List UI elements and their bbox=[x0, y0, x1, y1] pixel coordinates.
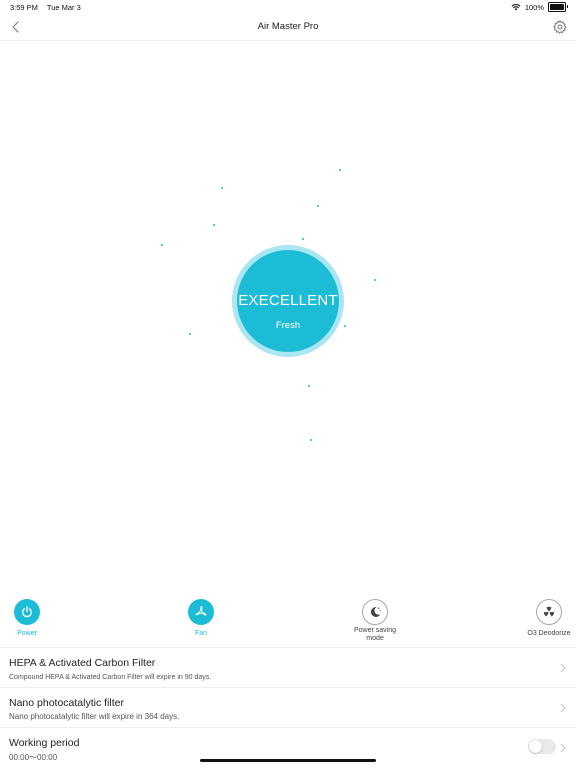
page-title: Air Master Pro bbox=[257, 21, 319, 32]
fan-button[interactable] bbox=[188, 599, 214, 625]
working-period-title: Working period bbox=[9, 737, 80, 749]
fan-label: Fan bbox=[194, 630, 208, 637]
particle-dot bbox=[213, 224, 216, 227]
gear-icon[interactable] bbox=[552, 19, 568, 35]
hepa-filter-subtitle: Compound HEPA & Activated Carbon Filter … bbox=[9, 674, 212, 681]
air-quality-indicator: EXECELLENT Fresh bbox=[237, 250, 339, 352]
particle-dot bbox=[302, 238, 305, 241]
fan-icon bbox=[195, 605, 207, 616]
power-button[interactable] bbox=[14, 599, 40, 625]
hepa-filter-title: HEPA & Activated Carbon Filter bbox=[9, 657, 156, 669]
deodorize-label: O3 Deodorize bbox=[527, 630, 571, 637]
particle-dot bbox=[344, 325, 347, 328]
power-label: Power bbox=[17, 630, 37, 637]
deodorize-control[interactable]: O3 Deodorize bbox=[509, 599, 576, 638]
power-saving-label: Power saving mode bbox=[353, 627, 397, 642]
toggle-knob bbox=[529, 740, 542, 753]
nano-filter-title: Nano photocatalytic filter bbox=[9, 697, 124, 709]
air-quality-level: EXECELLENT bbox=[238, 292, 338, 309]
particle-dot bbox=[374, 279, 377, 282]
list-item-hepa-filter[interactable]: HEPA & Activated Carbon Filter Compound … bbox=[0, 647, 576, 688]
nano-filter-subtitle: Nano photocatalytic filter will expire i… bbox=[9, 712, 180, 721]
working-period-toggle[interactable] bbox=[528, 739, 556, 754]
chevron-right-icon bbox=[560, 663, 566, 673]
power-control[interactable]: Power bbox=[0, 599, 67, 638]
chevron-right-icon bbox=[560, 743, 566, 753]
particle-dot bbox=[308, 385, 311, 388]
nav-bar: Air Master Pro bbox=[0, 14, 576, 41]
particle-dot bbox=[221, 187, 224, 190]
working-period-subtitle: 00:00～00:00 bbox=[9, 753, 58, 762]
status-left: 3:59 PM Tue Mar 3 bbox=[10, 3, 88, 12]
power-saving-control[interactable]: Power saving mode bbox=[335, 599, 415, 643]
home-indicator[interactable] bbox=[200, 759, 376, 762]
status-time: 3:59 PM bbox=[10, 3, 38, 12]
battery-fill bbox=[550, 4, 564, 10]
status-date: Tue Mar 3 bbox=[46, 3, 81, 12]
status-bar: 3:59 PM Tue Mar 3 100% bbox=[0, 0, 576, 14]
status-right: 100% bbox=[511, 2, 568, 12]
list-item-nano-filter[interactable]: Nano photocatalytic filter Nano photocat… bbox=[0, 687, 576, 728]
battery-percent: 100% bbox=[524, 2, 544, 12]
power-icon bbox=[22, 606, 32, 618]
chevron-right-icon bbox=[560, 703, 566, 713]
particle-dot bbox=[310, 439, 313, 442]
deodorize-button[interactable] bbox=[536, 599, 562, 625]
air-quality-description: Fresh bbox=[275, 320, 301, 331]
particle-dot bbox=[317, 205, 320, 208]
particle-dot bbox=[161, 244, 164, 247]
wifi-icon bbox=[511, 4, 521, 11]
power-saving-button[interactable] bbox=[362, 599, 388, 625]
battery-icon bbox=[548, 2, 568, 12]
deodorize-icon bbox=[543, 606, 555, 617]
particle-dot bbox=[189, 333, 192, 336]
particle-dot bbox=[339, 169, 342, 172]
moon-icon bbox=[370, 606, 381, 617]
fan-control[interactable]: Fan bbox=[161, 599, 241, 638]
